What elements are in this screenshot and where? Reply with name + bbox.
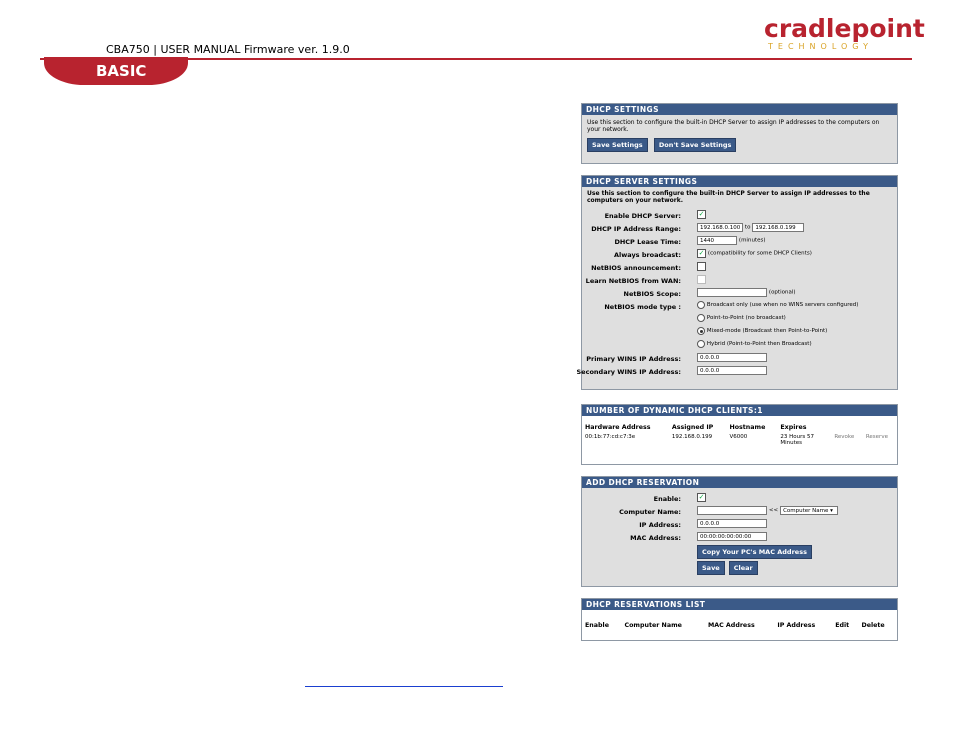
netbios-scope-note: (optional) — [768, 289, 796, 296]
computer-name-select[interactable]: Computer Name ▾ — [780, 506, 839, 515]
section-tab: BASIC — [44, 57, 188, 85]
mode-hybrid-radio[interactable] — [697, 340, 705, 348]
res-ip-input[interactable]: 0.0.0.0 — [697, 519, 767, 528]
dhcp-clients-panel: NUMBER OF DYNAMIC DHCP CLIENTS:1 Hardwar… — [581, 404, 898, 465]
client-expires: 23 Hours 57 Minutes — [780, 434, 814, 446]
panel-title: DHCP RESERVATIONS LIST — [582, 599, 897, 610]
lease-unit: (minutes) — [738, 237, 766, 244]
col-header: Hardware Address — [585, 424, 651, 431]
col-header: Computer Name — [624, 622, 682, 629]
col-header: Edit — [835, 622, 850, 629]
save-settings-button[interactable]: Save Settings — [587, 138, 648, 152]
reservations-table: Enable Computer Name MAC Address IP Addr… — [582, 620, 897, 631]
panel-description: Use this section to configure the built-… — [587, 119, 880, 133]
revoke-link[interactable]: Revoke — [831, 433, 863, 447]
add-reservation-panel: ADD DHCP RESERVATION Enable: ✓ Computer … — [581, 476, 898, 587]
res-ip-label: IP Address: — [639, 521, 681, 529]
computer-name-label: Computer Name: — [619, 508, 681, 516]
col-header: Enable — [585, 622, 609, 629]
netbios-scope-label: NetBIOS Scope: — [623, 290, 681, 298]
netbios-announcement-label: NetBIOS announcement: — [591, 264, 681, 272]
mode-option-label: Point-to-Point (no broadcast) — [706, 315, 786, 321]
primary-wins-input[interactable]: 0.0.0.0 — [697, 353, 767, 362]
learn-netbios-checkbox[interactable] — [697, 275, 706, 284]
enable-dhcp-checkbox[interactable]: ✓ — [697, 210, 706, 219]
col-header: Delete — [861, 622, 885, 629]
computer-name-select-value: Computer Name — [783, 508, 829, 514]
lease-time-label: DHCP Lease Time: — [614, 238, 681, 246]
panel-title: ADD DHCP RESERVATION — [582, 477, 897, 488]
range-start-input[interactable]: 192.168.0.100 — [697, 223, 743, 232]
clear-button[interactable]: Clear — [728, 561, 758, 575]
netbios-announcement-checkbox[interactable] — [697, 262, 706, 271]
mode-option-label: Hybrid (Point-to-Point then Broadcast) — [706, 341, 812, 347]
document-title: CBA750 | USER MANUAL Firmware ver. 1.9.0 — [106, 43, 350, 56]
always-broadcast-checkbox[interactable]: ✓ — [697, 249, 706, 258]
mode-broadcast-radio[interactable] — [697, 301, 705, 309]
col-header: IP Address — [777, 622, 816, 629]
clients-table: Hardware Address Assigned IP Hostname Ex… — [582, 422, 897, 447]
lease-time-input[interactable]: 1440 — [697, 236, 737, 245]
always-broadcast-label: Always broadcast: — [614, 251, 681, 259]
netbios-mode-label: NetBIOS mode type : — [604, 303, 681, 311]
res-mac-label: MAC Address: — [630, 534, 681, 542]
cradlepoint-logo: cradlepoint TECHNOLOGY — [764, 14, 925, 54]
client-ip: 192.168.0.199 — [671, 434, 713, 440]
dont-save-settings-button[interactable]: Don't Save Settings — [653, 138, 737, 152]
res-mac-input[interactable]: 00:00:00:00:00:00 — [697, 532, 767, 541]
enable-dhcp-label: Enable DHCP Server: — [604, 212, 681, 220]
dhcp-server-settings-panel: DHCP SERVER SETTINGS Use this section to… — [577, 175, 898, 390]
panel-title: DHCP SETTINGS — [582, 104, 897, 115]
res-enable-label: Enable: — [653, 495, 681, 503]
panel-title: DHCP SERVER SETTINGS — [582, 176, 897, 187]
panel-description: Use this section to configure the built-… — [587, 190, 870, 204]
computer-name-input[interactable] — [697, 506, 767, 515]
col-header: Assigned IP — [671, 424, 714, 431]
mode-option-label: Mixed-mode (Broadcast then Point-to-Poin… — [706, 328, 828, 334]
chevron-down-icon: ▾ — [830, 508, 833, 514]
mode-mixed-radio[interactable] — [697, 327, 705, 335]
secondary-wins-label: Secondary WINS IP Address: — [576, 368, 682, 376]
ip-range-label: DHCP IP Address Range: — [591, 225, 681, 233]
logo-wordmark: cradlepoint — [764, 14, 925, 43]
dhcp-settings-panel: DHCP SETTINGS Use this section to config… — [581, 103, 898, 164]
netbios-scope-input[interactable] — [697, 288, 767, 297]
logo-subtitle: TECHNOLOGY — [768, 42, 873, 51]
secondary-wins-input[interactable]: 0.0.0.0 — [697, 366, 767, 375]
col-header: MAC Address — [707, 622, 755, 629]
reservations-list-panel: DHCP RESERVATIONS LIST Enable Computer N… — [581, 598, 898, 641]
mode-option-label: Broadcast only (use when no WINS servers… — [706, 302, 859, 308]
res-enable-checkbox[interactable]: ✓ — [697, 493, 706, 502]
client-hw-address: 00:1b:77:cd:c7:3e — [585, 434, 636, 440]
reserve-link[interactable]: Reserve — [863, 433, 897, 447]
primary-wins-label: Primary WINS IP Address: — [586, 355, 681, 363]
copy-mac-button[interactable]: Copy Your PC's MAC Address — [697, 545, 812, 559]
always-broadcast-note: (compatibility for some DHCP Clients) — [707, 250, 812, 257]
section-tab-label: BASIC — [96, 62, 147, 80]
table-row: 00:1b:77:cd:c7:3e 192.168.0.199 V6000 23… — [582, 433, 897, 447]
mode-p2p-radio[interactable] — [697, 314, 705, 322]
hyperlink-underline[interactable] — [305, 686, 503, 687]
col-header: Expires — [780, 424, 807, 431]
panel-title: NUMBER OF DYNAMIC DHCP CLIENTS:1 — [582, 405, 897, 416]
col-header: Hostname — [729, 424, 766, 431]
client-hostname: V6000 — [729, 434, 748, 440]
range-end-input[interactable]: 192.168.0.199 — [752, 223, 805, 232]
range-to-text: to — [744, 224, 751, 231]
learn-netbios-label: Learn NetBIOS from WAN: — [585, 277, 681, 285]
save-button[interactable]: Save — [697, 561, 725, 575]
